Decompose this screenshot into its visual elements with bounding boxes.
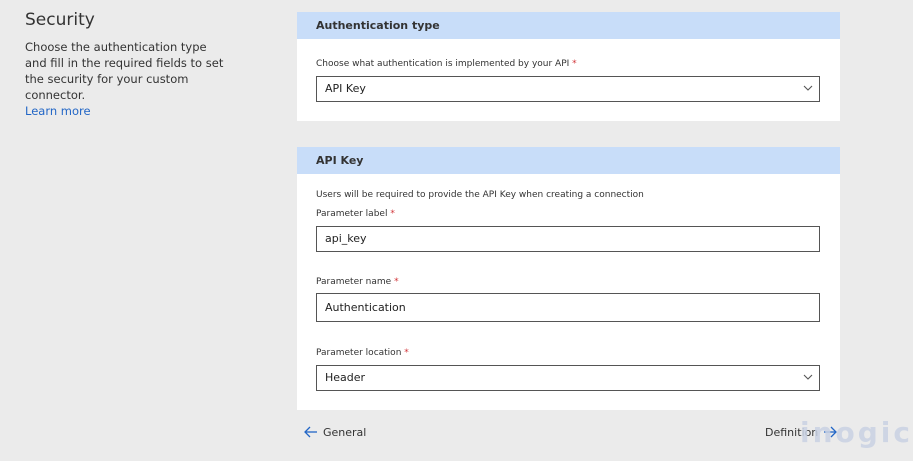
parameter-name-input[interactable]: Authentication (316, 293, 820, 322)
auth-type-dropdown[interactable]: API Key (316, 76, 820, 102)
chevron-down-icon (803, 85, 813, 91)
authentication-type-card: Authentication type Choose what authenti… (297, 12, 840, 121)
parameter-location-dropdown[interactable]: Header (316, 365, 820, 391)
chevron-down-icon (803, 374, 813, 380)
back-to-general-button[interactable]: General (303, 425, 366, 439)
required-indicator: * (404, 348, 409, 358)
parameter-name-label: Parameter name * (316, 277, 399, 287)
api-key-header: API Key (297, 147, 840, 174)
api-key-card: API Key Users will be required to provid… (297, 147, 840, 410)
auth-type-selected-value: API Key (325, 82, 366, 95)
description-text: Choose the authentication type and fill … (25, 40, 224, 102)
auth-type-label-text: Choose what authentication is implemente… (316, 59, 570, 69)
parameter-location-label-text: Parameter location (316, 348, 402, 358)
parameter-location-label: Parameter location * (316, 348, 409, 358)
back-label: General (323, 425, 367, 439)
parameter-label-label: Parameter label * (316, 209, 395, 219)
parameter-label-label-text: Parameter label (316, 209, 388, 219)
auth-type-label: Choose what authentication is implemente… (316, 59, 577, 69)
authentication-type-header: Authentication type (297, 12, 840, 39)
page-title: Security (25, 10, 95, 30)
parameter-name-label-text: Parameter name (316, 277, 392, 287)
learn-more-link[interactable]: Learn more (25, 103, 230, 119)
api-key-info-text: Users will be required to provide the AP… (316, 190, 644, 200)
required-indicator: * (394, 277, 399, 287)
parameter-location-selected-value: Header (325, 371, 366, 384)
arrow-left-icon (304, 426, 317, 438)
parameter-label-input[interactable]: api_key (316, 226, 820, 252)
required-indicator: * (572, 59, 577, 69)
security-description: Choose the authentication type and fill … (25, 39, 230, 119)
required-indicator: * (390, 209, 395, 219)
inogic-watermark-logo: inogic (800, 416, 913, 449)
